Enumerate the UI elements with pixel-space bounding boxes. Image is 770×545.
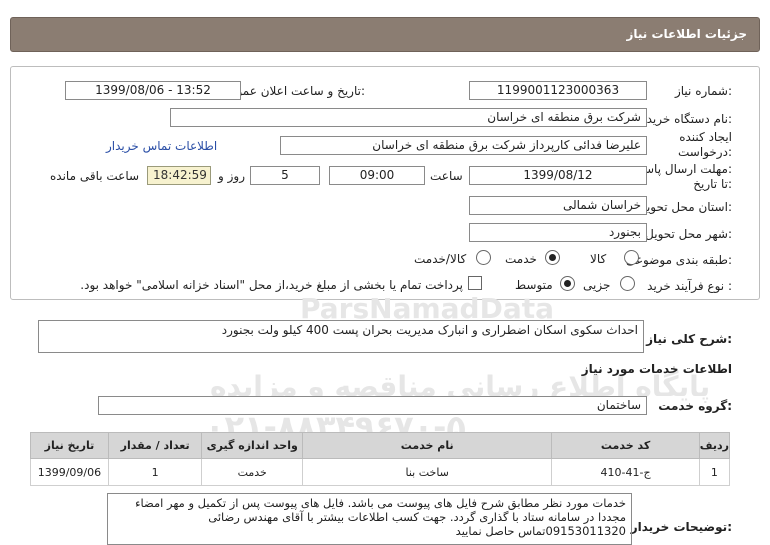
province-label: استان محل تحویل: bbox=[637, 200, 732, 214]
need-number-label: شماره نیاز: bbox=[674, 84, 732, 98]
col-service-name: نام خدمت bbox=[301, 432, 553, 459]
summary-label: شرح کلی نیاز: bbox=[646, 332, 732, 346]
buyer-contact-link[interactable]: اطلاعات تماس خریدار bbox=[106, 139, 217, 153]
col-unit: واحد اندازه گیری bbox=[201, 432, 303, 459]
creator-label-line2: درخواست: bbox=[678, 145, 732, 159]
payment-note: پرداخت تمام یا بخشی از مبلغ خرید،از محل … bbox=[80, 278, 463, 292]
announce-date-field[interactable]: 1399/08/06 - 13:52 bbox=[65, 81, 241, 100]
deadline-time-field[interactable]: 09:00 bbox=[329, 166, 425, 185]
city-label: شهر محل تحویل: bbox=[645, 227, 732, 241]
service-group-field[interactable]: ساختمان bbox=[98, 396, 647, 415]
buyer-org-field[interactable]: شرکت برق منطقه ای خراسان bbox=[170, 108, 647, 127]
cell-date: 1399/09/06 bbox=[30, 458, 109, 486]
process-radio-minor[interactable] bbox=[620, 276, 635, 291]
cell-service-code: ج-41-410 bbox=[551, 458, 700, 486]
buyer-org-label: نام دستگاه خریدار: bbox=[637, 112, 733, 126]
cell-qty: 1 bbox=[107, 458, 203, 486]
category-radio-goods[interactable] bbox=[624, 250, 639, 265]
col-date: تاریخ نیاز bbox=[30, 432, 109, 459]
creator-label-line1: ایجاد کننده bbox=[679, 130, 732, 144]
services-table: تاریخ نیاز تعداد / مقدار واحد اندازه گیر… bbox=[30, 432, 731, 486]
city-field[interactable]: بجنورد bbox=[469, 223, 647, 242]
category-radio-service[interactable] bbox=[545, 250, 560, 265]
category-option-goods-service: کالا/خدمت bbox=[414, 252, 467, 266]
category-option-service: خدمت bbox=[505, 252, 537, 266]
days-label: روز و bbox=[218, 169, 245, 183]
deadline-label-line2: تا تاریخ: bbox=[693, 177, 732, 191]
need-number-field[interactable]: 1199001123000363 bbox=[469, 81, 647, 100]
creator-field[interactable]: علیرضا فدائی کارپرداز شرکت برق منطقه ای … bbox=[280, 136, 647, 155]
category-option-goods: کالا bbox=[590, 252, 607, 266]
process-radio-medium[interactable] bbox=[560, 276, 575, 291]
table-row: 1399/09/06 1 خدمت ساخت بنا ج-41-410 1 bbox=[30, 458, 731, 486]
col-index: ردیف bbox=[698, 432, 731, 459]
services-section-title: اطلاعات خدمات مورد نیاز bbox=[581, 362, 732, 376]
service-group-label: گروه خدمت: bbox=[658, 399, 732, 413]
process-option-minor: جزیی bbox=[583, 278, 611, 292]
page-title: جزئیات اطلاعات نیاز bbox=[626, 27, 747, 41]
remaining-label: ساعت باقی مانده bbox=[50, 169, 140, 183]
col-service-code: کد خدمت bbox=[551, 432, 700, 459]
category-radio-goods-service[interactable] bbox=[476, 250, 491, 265]
deadline-time-label: ساعت bbox=[430, 169, 463, 183]
buyer-notes-label: توضیحات خریدار: bbox=[630, 520, 732, 534]
deadline-date-field[interactable]: 1399/08/12 bbox=[469, 166, 647, 185]
process-option-medium: متوسط bbox=[515, 278, 553, 292]
treasury-checkbox[interactable] bbox=[468, 276, 482, 290]
services-table-header: تاریخ نیاز تعداد / مقدار واحد اندازه گیر… bbox=[30, 432, 731, 459]
cell-index: 1 bbox=[698, 458, 731, 486]
cell-service-name: ساخت بنا bbox=[301, 458, 553, 486]
days-field[interactable]: 5 bbox=[250, 166, 320, 185]
page-header: جزئیات اطلاعات نیاز bbox=[10, 17, 760, 52]
buyer-notes-field[interactable]: خدمات مورد نظر مطابق شرح فایل های پیوست … bbox=[107, 493, 632, 545]
summary-field[interactable]: احداث سکوی اسکان اضطراری و انبارک مدیریت… bbox=[38, 320, 644, 353]
announce-date-label: تاریخ و ساعت اعلان عمومی: bbox=[220, 84, 365, 98]
process-label: نوع فرآیند خرید : bbox=[647, 279, 732, 293]
deadline-label-line1: مهلت ارسال پاسخ: bbox=[636, 162, 732, 176]
category-label: طبقه بندی موضوعی: bbox=[625, 253, 732, 267]
col-qty: تعداد / مقدار bbox=[107, 432, 203, 459]
province-field[interactable]: خراسان شمالی bbox=[469, 196, 647, 215]
cell-unit: خدمت bbox=[201, 458, 303, 486]
remaining-timer: 18:42:59 bbox=[147, 166, 211, 185]
